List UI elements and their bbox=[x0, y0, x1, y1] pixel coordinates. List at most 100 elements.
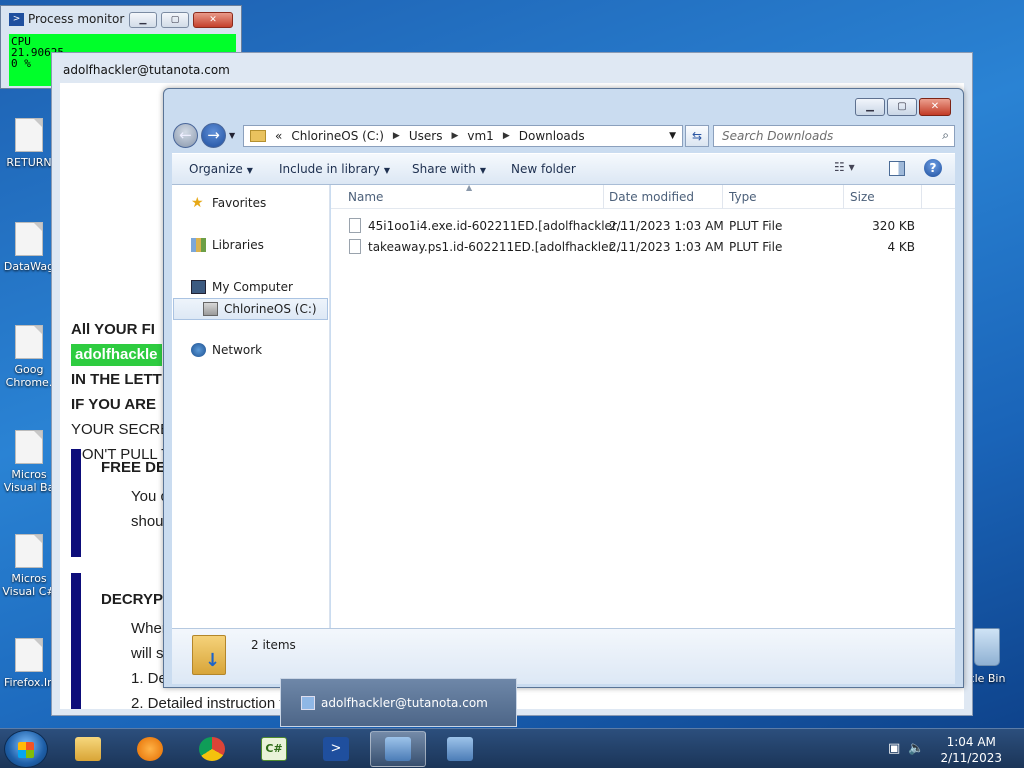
tooltip-label: adolfhackler@tutanota.com bbox=[321, 696, 488, 710]
desktop-icon[interactable]: Goog Chrome. bbox=[0, 325, 58, 389]
block-text: 2. Detailed instruction for bbox=[131, 695, 297, 709]
network-tray-icon[interactable]: ▣ bbox=[888, 741, 900, 756]
file-icon bbox=[349, 239, 361, 254]
network-icon bbox=[191, 343, 206, 357]
include-in-library-button[interactable]: Include in library ▼ bbox=[279, 162, 390, 176]
taskbar-thumbnail-tooltip[interactable]: adolfhackler@tutanota.com bbox=[280, 678, 517, 727]
desktop-icon[interactable]: Firefox.In bbox=[0, 638, 58, 689]
nav-favorites[interactable]: ★ Favorites bbox=[191, 196, 266, 210]
nav-libraries[interactable]: Libraries bbox=[191, 238, 264, 252]
taskbar-explorer-button[interactable] bbox=[60, 731, 116, 767]
start-button[interactable] bbox=[4, 730, 48, 768]
folder-icon bbox=[250, 130, 266, 142]
desktop-icon[interactable]: Micros Visual C# bbox=[0, 534, 58, 598]
chrome-icon bbox=[199, 737, 225, 761]
breadcrumb-vm1[interactable]: vm1 bbox=[467, 129, 493, 143]
share-with-button[interactable]: Share with ▼ bbox=[412, 162, 486, 176]
column-date-modified[interactable]: Date modified bbox=[609, 190, 694, 204]
file-list: ▲ Name Date modified Type Size 45i1oo1i4… bbox=[331, 183, 955, 628]
explorer-minimize-button[interactable]: ▁ bbox=[855, 98, 885, 116]
explorer-close-button[interactable]: ✕ bbox=[919, 98, 951, 116]
chevron-right-icon[interactable]: ▶ bbox=[393, 131, 400, 141]
libraries-icon bbox=[191, 238, 206, 252]
document-icon bbox=[15, 638, 43, 672]
item-count: 2 items bbox=[251, 638, 296, 652]
preview-pane-icon[interactable] bbox=[889, 161, 905, 176]
star-icon: ★ bbox=[191, 195, 204, 211]
file-size: 4 KB bbox=[887, 240, 915, 254]
taskbar-powershell-button[interactable]: > bbox=[308, 731, 364, 767]
minimize-button[interactable]: ▁ bbox=[129, 12, 157, 28]
desktop-icon-label: Goog Chrome. bbox=[5, 363, 53, 389]
desktop-icon-label: Firefox.In bbox=[3, 676, 55, 689]
drive-icon bbox=[203, 302, 218, 316]
file-size: 320 KB bbox=[872, 219, 915, 233]
address-dropdown-icon[interactable]: ▼ bbox=[669, 131, 676, 141]
column-name[interactable]: Name bbox=[348, 190, 383, 204]
taskbar-chrome-button[interactable] bbox=[184, 731, 240, 767]
app-window-icon bbox=[385, 737, 411, 761]
sort-ascending-icon: ▲ bbox=[466, 183, 473, 192]
taskbar-media-player-button[interactable] bbox=[122, 731, 178, 767]
powershell-icon: > bbox=[9, 13, 24, 26]
document-icon bbox=[15, 118, 43, 152]
file-date: 2/11/2023 1:03 AM bbox=[609, 219, 724, 233]
forward-button[interactable]: → bbox=[201, 123, 226, 148]
nav-my-computer[interactable]: My Computer bbox=[191, 280, 293, 294]
search-placeholder: Search Downloads bbox=[722, 129, 834, 143]
process-monitor-title: Process monitor ... bbox=[28, 12, 140, 26]
breadcrumb-drive[interactable]: ChlorineOS (C:) bbox=[291, 129, 384, 143]
file-icon bbox=[349, 218, 361, 233]
column-size[interactable]: Size bbox=[850, 190, 875, 204]
desktop-icon[interactable]: RETURN bbox=[0, 118, 58, 169]
help-icon[interactable]: ? bbox=[924, 159, 942, 177]
taskbar-second-app-button[interactable] bbox=[432, 731, 488, 767]
column-type[interactable]: Type bbox=[729, 190, 757, 204]
media-player-icon bbox=[137, 737, 163, 761]
change-view-icon[interactable]: ☷ ▾ bbox=[834, 160, 855, 174]
details-pane: 2 items bbox=[172, 628, 955, 684]
table-row[interactable]: takeaway.ps1.id-602211ED.[adolfhackler..… bbox=[331, 237, 955, 258]
back-button[interactable]: ← bbox=[173, 123, 198, 148]
volume-icon[interactable]: 🔈 bbox=[908, 741, 924, 756]
window-icon bbox=[301, 696, 315, 710]
file-date: 2/11/2023 1:03 AM bbox=[609, 240, 724, 254]
organize-button[interactable]: Organize ▼ bbox=[189, 162, 253, 176]
folder-icon bbox=[75, 737, 101, 761]
desktop-icon[interactable]: DataWag bbox=[0, 222, 58, 273]
taskbar-csharp-button[interactable]: C# bbox=[246, 731, 302, 767]
file-name: 45i1oo1i4.exe.id-602211ED.[adolfhackler.… bbox=[368, 219, 628, 233]
refresh-button[interactable]: ⇆ bbox=[685, 125, 709, 147]
close-button[interactable]: ✕ bbox=[193, 12, 233, 28]
note-email-highlight: adolfhackle bbox=[71, 344, 162, 366]
chevron-right-icon[interactable]: ▶ bbox=[451, 131, 458, 141]
search-icon: ⌕ bbox=[942, 128, 949, 142]
explorer-maximize-button[interactable]: ▢ bbox=[887, 98, 917, 116]
desktop-icon[interactable]: Micros Visual Ba bbox=[0, 430, 58, 494]
clock-date: 2/11/2023 bbox=[940, 751, 1002, 765]
nav-drive-c[interactable]: ChlorineOS (C:) bbox=[173, 298, 328, 320]
breadcrumb-downloads[interactable]: Downloads bbox=[519, 129, 585, 143]
desktop-icon-label: Micros Visual C# bbox=[2, 572, 56, 598]
table-row[interactable]: 45i1oo1i4.exe.id-602211ED.[adolfhackler.… bbox=[331, 216, 955, 237]
taskbar-ransom-app-button[interactable] bbox=[370, 731, 426, 767]
downloads-folder-icon bbox=[192, 635, 226, 675]
chevron-right-icon[interactable]: ▶ bbox=[503, 131, 510, 141]
explorer-window[interactable]: ▁ ▢ ✕ ← → ▼ « ChlorineOS (C:) ▶ Users ▶ … bbox=[163, 88, 964, 688]
navigation-pane: ★ Favorites Libraries My Computer Chlori… bbox=[172, 185, 330, 628]
clock[interactable]: 1:04 AM 2/11/2023 bbox=[940, 734, 1002, 766]
system-tray: ▣ 🔈 1:04 AM 2/11/2023 bbox=[882, 729, 1024, 768]
maximize-button[interactable]: ▢ bbox=[161, 12, 189, 28]
clock-time: 1:04 AM bbox=[946, 735, 996, 749]
breadcrumb-users[interactable]: Users bbox=[409, 129, 443, 143]
recent-pages-chevron-icon[interactable]: ▼ bbox=[229, 131, 235, 140]
breadcrumb-overflow[interactable]: « bbox=[275, 129, 282, 143]
column-headers: ▲ Name Date modified Type Size bbox=[331, 183, 955, 209]
address-bar[interactable]: « ChlorineOS (C:) ▶ Users ▶ vm1 ▶ Downlo… bbox=[243, 125, 683, 147]
nav-network[interactable]: Network bbox=[191, 343, 262, 357]
computer-icon bbox=[191, 280, 206, 294]
document-icon bbox=[15, 534, 43, 568]
search-input[interactable]: Search Downloads ⌕ bbox=[713, 125, 955, 147]
powershell-icon: > bbox=[323, 737, 349, 761]
new-folder-button[interactable]: New folder bbox=[511, 162, 576, 176]
